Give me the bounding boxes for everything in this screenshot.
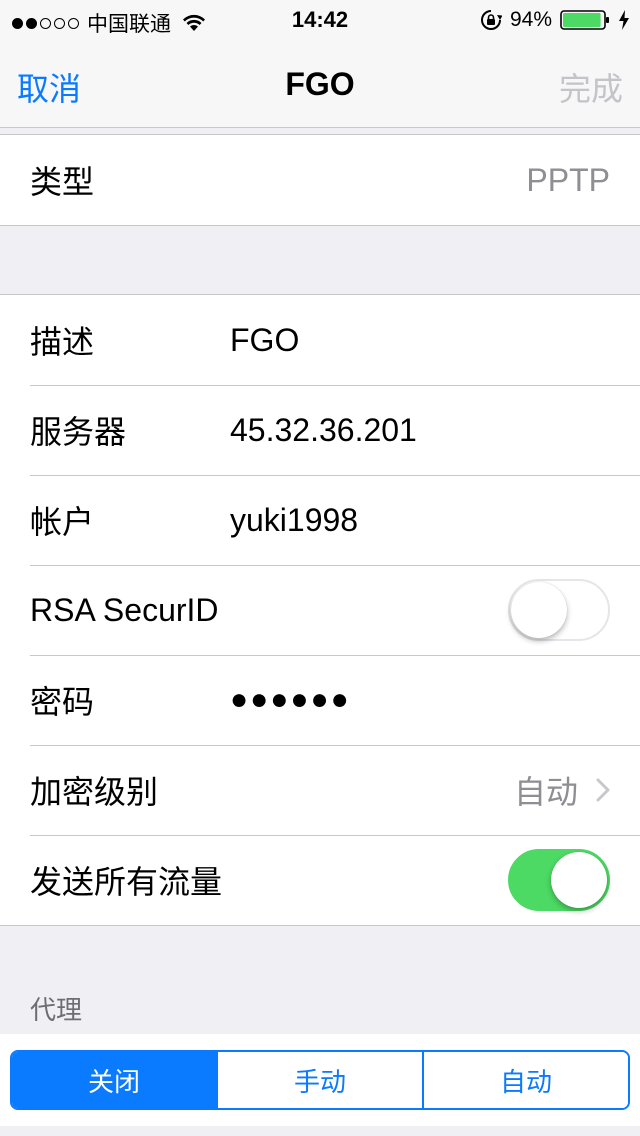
toggle-knob (551, 852, 607, 908)
rsa-securid-label: RSA SecurID (30, 591, 219, 628)
cancel-button[interactable]: 取消 (17, 64, 81, 110)
chevron-right-icon (596, 778, 610, 802)
type-label: 类型 (30, 164, 95, 200)
encryption-level-label: 加密级别 (30, 774, 159, 810)
description-row[interactable]: 描述 FGO (0, 295, 640, 385)
done-button[interactable]: 完成 (559, 64, 623, 110)
description-label: 描述 (30, 324, 95, 360)
password-field[interactable]: ●●●●●● (230, 683, 351, 717)
rsa-securid-row: RSA SecurID (0, 565, 640, 655)
send-all-traffic-row: 发送所有流量 (0, 835, 640, 925)
server-row[interactable]: 服务器 45.32.36.201 (0, 385, 640, 475)
password-row[interactable]: 密码 ●●●●●● (0, 655, 640, 745)
charging-bolt-icon (619, 10, 629, 30)
description-field[interactable]: FGO (230, 322, 299, 359)
rotation-lock-icon (481, 10, 502, 30)
status-bar: 中国联通 14:42 94% (0, 0, 640, 40)
password-label: 密码 (30, 684, 95, 720)
proxy-section-header: 代理 (30, 995, 83, 1025)
send-all-traffic-label: 发送所有流量 (30, 864, 223, 900)
send-all-traffic-toggle[interactable] (508, 849, 610, 911)
encryption-level-value: 自动 (513, 774, 578, 810)
type-value-text: PPTP (526, 161, 610, 198)
page-title: FGO (285, 66, 355, 102)
encryption-level-value-wrap: 自动 (514, 767, 610, 813)
navigation-bar: 取消 FGO 完成 (0, 40, 640, 128)
account-field[interactable]: yuki1998 (230, 502, 358, 539)
proxy-option-manual[interactable]: 手动 (216, 1052, 422, 1108)
rsa-securid-toggle[interactable] (508, 579, 610, 641)
proxy-option-off[interactable]: 关闭 (12, 1052, 216, 1108)
type-group: 类型 PPTP (0, 134, 640, 226)
vpn-settings-group: 描述 FGO 服务器 45.32.36.201 帐户 yuki1998 RSA … (0, 294, 640, 926)
status-right: 94% (480, 8, 630, 32)
proxy-option-auto[interactable]: 自动 (422, 1052, 628, 1108)
battery-percent: 94% (509, 8, 552, 31)
type-row[interactable]: 类型 PPTP (0, 135, 640, 225)
server-field[interactable]: 45.32.36.201 (230, 412, 417, 449)
server-label: 服务器 (30, 414, 127, 450)
encryption-level-row[interactable]: 加密级别 自动 (0, 745, 640, 835)
account-label: 帐户 (30, 504, 95, 540)
type-value: PPTP (526, 162, 610, 199)
proxy-segmented-control: 关闭 手动 自动 (10, 1050, 630, 1110)
battery-icon (560, 10, 609, 30)
account-row[interactable]: 帐户 yuki1998 (0, 475, 640, 565)
toggle-knob (511, 582, 567, 638)
